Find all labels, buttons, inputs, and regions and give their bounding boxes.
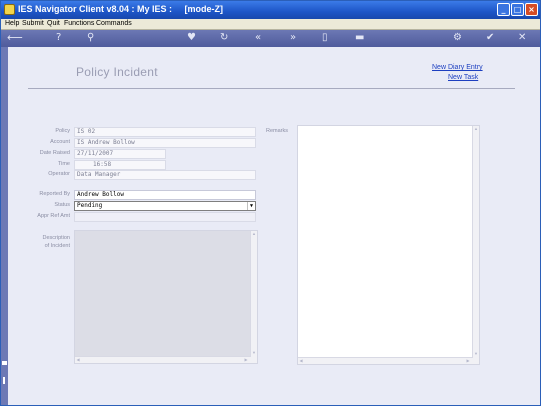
strip-marker (2, 361, 7, 365)
menu-help[interactable]: Help (5, 20, 19, 27)
status-select[interactable]: Pending ▼ (74, 201, 256, 211)
window-title: IES Navigator Client v8.04 : My IES : [m… (18, 4, 224, 14)
scroll-down-icon[interactable]: ▼ (251, 350, 257, 356)
close-icon[interactable]: ✕ (518, 32, 526, 44)
scroll-left-icon[interactable]: ◀ (298, 358, 304, 364)
scroll-down-icon[interactable]: ▼ (473, 351, 479, 357)
status-selected-value: Pending (77, 202, 103, 209)
refresh-icon[interactable]: ↻ (220, 32, 228, 44)
description-horizontal-scrollbar[interactable]: ◀ ▶ (75, 356, 251, 363)
back-arrow-icon[interactable]: ⟵ (7, 32, 23, 44)
operator-label: Operator (48, 171, 70, 177)
info-icon[interactable] (3, 377, 5, 384)
scroll-right-icon[interactable]: ▶ (243, 357, 249, 363)
date-raised-label: Date Raised (39, 150, 70, 156)
chevron-down-icon[interactable]: ▼ (247, 202, 255, 210)
check-icon[interactable]: ✔ (486, 32, 494, 44)
scroll-left-icon[interactable]: ◀ (75, 357, 81, 363)
new-diary-entry-link[interactable]: New Diary Entry (432, 64, 483, 71)
account-label: Account (50, 139, 70, 145)
status-label: Status (54, 202, 70, 208)
of-incident-label: of Incident (44, 243, 70, 249)
operator-field: Data Manager (74, 170, 256, 180)
left-side-strip (1, 47, 8, 405)
search-icon[interactable]: ⚲ (87, 32, 94, 44)
menu-quit[interactable]: Quit (47, 20, 60, 27)
menu-submit[interactable]: Submit (22, 20, 44, 27)
date-raised-field: 27/11/2007 (74, 149, 166, 159)
remarks-textarea[interactable]: ▲ ▼ ◀ ▶ (297, 125, 480, 365)
remarks-label: Remarks (266, 128, 289, 134)
appr-ref-amt-label: Appr Ref Amt (37, 213, 70, 219)
heart-icon[interactable]: ♥ (187, 32, 196, 44)
scroll-up-icon[interactable]: ▲ (251, 231, 257, 237)
policy-field: IS 02 (74, 127, 256, 137)
menu-functions[interactable]: Functions (64, 20, 94, 27)
account-field: IS Andrew Bollow (74, 138, 256, 148)
description-textarea[interactable]: ▲ ▼ ◀ ▶ (74, 230, 258, 364)
scroll-right-icon[interactable]: ▶ (465, 358, 471, 364)
app-icon (4, 4, 15, 15)
rewind-icon[interactable]: « (255, 32, 261, 44)
title-divider (28, 88, 515, 89)
menu-bar: Help Submit Quit Functions Commands (1, 19, 540, 30)
settings-icon[interactable]: ⚙ (453, 32, 462, 44)
title-bar: IES Navigator Client v8.04 : My IES : [m… (1, 1, 540, 19)
new-task-link[interactable]: New Task (448, 74, 478, 81)
policy-label: Policy (55, 128, 70, 134)
app-window: IES Navigator Client v8.04 : My IES : [m… (0, 0, 541, 406)
scroll-up-icon[interactable]: ▲ (473, 126, 479, 132)
time-label: Time (57, 161, 70, 167)
description-vertical-scrollbar[interactable]: ▲ ▼ (250, 231, 257, 363)
description-label: Description (42, 235, 70, 241)
remarks-horizontal-scrollbar[interactable]: ◀ ▶ (298, 357, 473, 364)
menu-commands[interactable]: Commands (96, 20, 132, 27)
main-content: Policy Incident New Diary Entry New Task… (8, 47, 540, 405)
reported-by-input[interactable]: Andrew Bollow (74, 190, 256, 200)
time-field: 16:58 (74, 160, 166, 170)
document-icon[interactable]: ▯ (322, 32, 328, 44)
fast-forward-icon[interactable]: » (290, 32, 296, 44)
remarks-vertical-scrollbar[interactable]: ▲ ▼ (472, 126, 479, 364)
maximize-button[interactable]: □ (511, 3, 524, 16)
reported-by-label: Reported By (39, 191, 70, 197)
toolbar: ⟵ ? ⚲ ♥ ↻ « » ▯ ▬ ⚙ ✔ ✕ (1, 30, 540, 47)
close-window-button[interactable]: × (525, 3, 538, 16)
list-icon[interactable]: ▬ (355, 32, 364, 44)
appr-ref-amt-field[interactable] (74, 212, 256, 222)
help-icon[interactable]: ? (56, 32, 61, 44)
page-title: Policy Incident (76, 65, 158, 79)
minimize-button[interactable]: _ (497, 3, 510, 16)
